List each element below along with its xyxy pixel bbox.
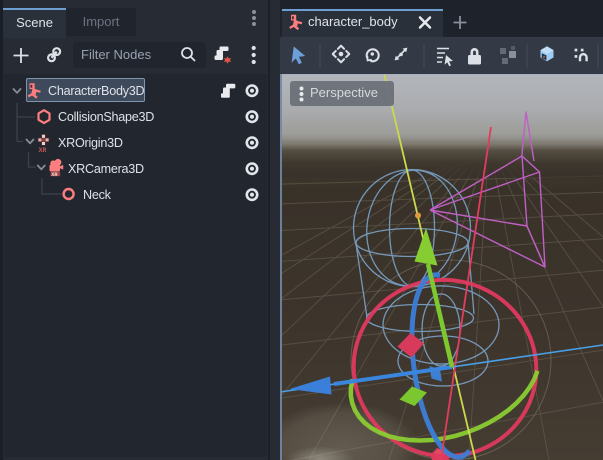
svg-text:XR: XR [39, 147, 47, 154]
svg-text:XR: XR [51, 172, 58, 178]
